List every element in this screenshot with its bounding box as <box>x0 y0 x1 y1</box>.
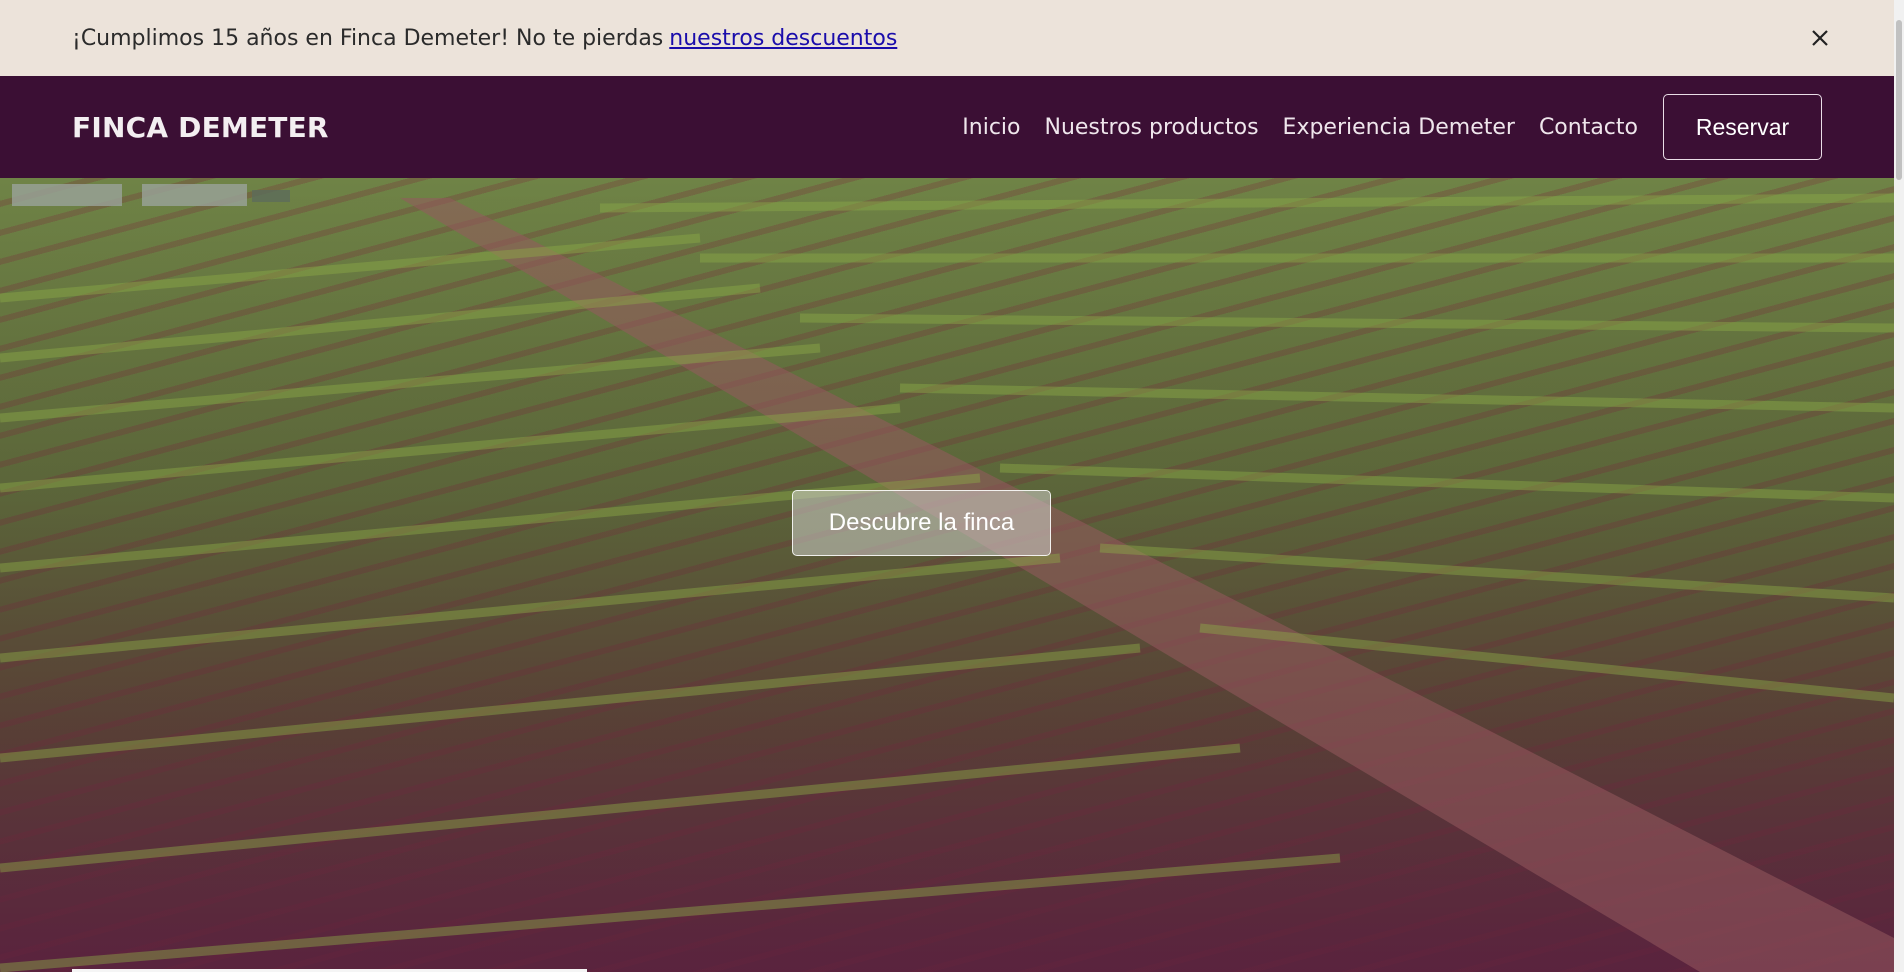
discover-farm-button[interactable]: Descubre la finca <box>792 490 1051 556</box>
main-nav: Inicio Nuestros productos Experiencia De… <box>962 115 1638 140</box>
page-scrollbar[interactable] <box>1894 0 1904 972</box>
vineyard-illustration <box>0 184 1894 972</box>
brand-logo[interactable]: FINCA DEMETER <box>72 111 329 144</box>
nav-contacto[interactable]: Contacto <box>1539 115 1638 140</box>
hero-section: Descubre la finca <box>0 178 1894 972</box>
announcement-bar: ¡Cumplimos 15 años en Finca Demeter! No … <box>0 0 1894 76</box>
reserve-button[interactable]: Reservar <box>1663 94 1822 160</box>
announcement-text: ¡Cumplimos 15 años en Finca Demeter! No … <box>72 25 664 51</box>
site-header: FINCA DEMETER Inicio Nuestros productos … <box>0 76 1894 178</box>
landing-page: ¡Cumplimos 15 años en Finca Demeter! No … <box>0 0 1904 972</box>
nav-nuestros-productos[interactable]: Nuestros productos <box>1045 115 1259 140</box>
nav-experiencia-demeter[interactable]: Experiencia Demeter <box>1283 115 1515 140</box>
discounts-link[interactable]: nuestros descuentos <box>669 26 897 51</box>
close-icon[interactable] <box>1804 22 1836 54</box>
nav-inicio[interactable]: Inicio <box>962 115 1020 140</box>
scrollbar-thumb[interactable] <box>1896 20 1902 180</box>
